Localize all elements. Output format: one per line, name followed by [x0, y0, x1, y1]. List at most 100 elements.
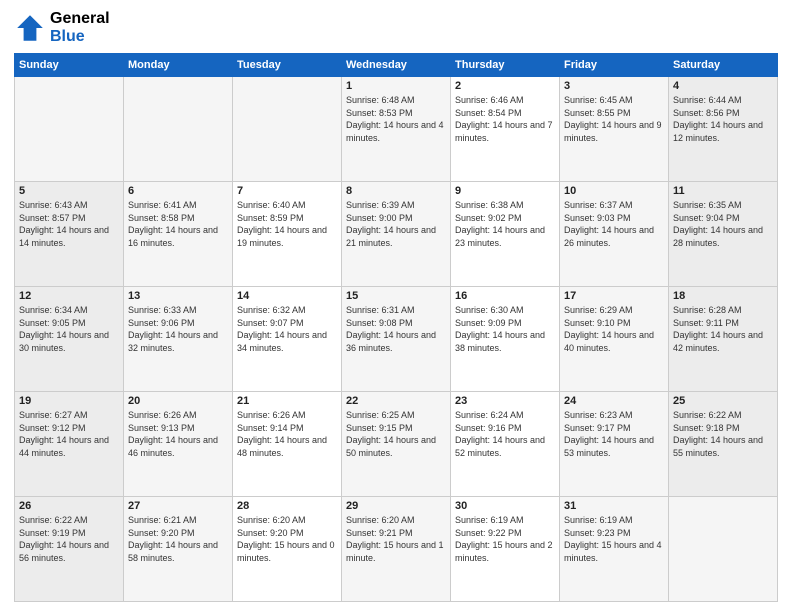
calendar-cell	[15, 77, 124, 182]
day-number: 13	[128, 290, 228, 302]
day-number: 9	[455, 185, 555, 197]
calendar-cell: 27 Sunrise: 6:21 AM Sunset: 9:20 PM Dayli…	[124, 497, 233, 602]
day-number: 28	[237, 500, 337, 512]
logo-text: General Blue	[50, 10, 110, 45]
day-info: Sunrise: 6:41 AM Sunset: 8:58 PM Dayligh…	[128, 199, 228, 249]
calendar-cell: 6 Sunrise: 6:41 AM Sunset: 8:58 PM Daylig…	[124, 182, 233, 287]
day-info: Sunrise: 6:20 AM Sunset: 9:21 PM Dayligh…	[346, 514, 446, 564]
calendar-week-row: 26 Sunrise: 6:22 AM Sunset: 9:19 PM Dayli…	[15, 497, 778, 602]
calendar-cell: 2Sunrise: 6:46 AM Sunset: 8:54 PM Daylig…	[451, 77, 560, 182]
calendar-cell: 28 Sunrise: 6:20 AM Sunset: 9:20 PM Dayli…	[233, 497, 342, 602]
day-number: 17	[564, 290, 664, 302]
calendar-cell: 13 Sunrise: 6:33 AM Sunset: 9:06 PM Dayli…	[124, 287, 233, 392]
day-number: 22	[346, 395, 446, 407]
day-number: 21	[237, 395, 337, 407]
day-info: Sunrise: 6:27 AM Sunset: 9:12 PM Dayligh…	[19, 409, 119, 459]
day-info: Sunrise: 6:19 AM Sunset: 9:23 PM Dayligh…	[564, 514, 664, 564]
calendar-cell: 16 Sunrise: 6:30 AM Sunset: 9:09 PM Dayli…	[451, 287, 560, 392]
day-number: 30	[455, 500, 555, 512]
calendar-cell: 30 Sunrise: 6:19 AM Sunset: 9:22 PM Dayli…	[451, 497, 560, 602]
day-info: Sunrise: 6:26 AM Sunset: 9:14 PM Dayligh…	[237, 409, 337, 459]
day-number: 11	[673, 185, 773, 197]
day-info: Sunrise: 6:26 AM Sunset: 9:13 PM Dayligh…	[128, 409, 228, 459]
weekday-header: Saturday	[669, 54, 778, 77]
page: General Blue SundayMondayTuesdayWednesda…	[0, 0, 792, 612]
day-number: 23	[455, 395, 555, 407]
weekday-header: Tuesday	[233, 54, 342, 77]
day-info: Sunrise: 6:39 AM Sunset: 9:00 PM Dayligh…	[346, 199, 446, 249]
weekday-header: Sunday	[15, 54, 124, 77]
calendar-cell: 21 Sunrise: 6:26 AM Sunset: 9:14 PM Dayli…	[233, 392, 342, 497]
calendar-cell: 25Sunrise: 6:22 AM Sunset: 9:18 PM Dayli…	[669, 392, 778, 497]
calendar-cell: 11 Sunrise: 6:35 AM Sunset: 9:04 PM Dayli…	[669, 182, 778, 287]
calendar-week-row: 1 Sunrise: 6:48 AM Sunset: 8:53 PM Daylig…	[15, 77, 778, 182]
day-info: Sunrise: 6:25 AM Sunset: 9:15 PM Dayligh…	[346, 409, 446, 459]
day-number: 3	[564, 80, 664, 92]
logo: General Blue	[14, 10, 110, 45]
calendar-table: SundayMondayTuesdayWednesdayThursdayFrid…	[14, 53, 778, 602]
day-info: Sunrise: 6:32 AM Sunset: 9:07 PM Dayligh…	[237, 304, 337, 354]
calendar-cell: 23Sunrise: 6:24 AM Sunset: 9:16 PM Dayli…	[451, 392, 560, 497]
day-number: 25	[673, 395, 773, 407]
day-number: 5	[19, 185, 119, 197]
calendar-cell: 15 Sunrise: 6:31 AM Sunset: 9:08 PM Dayli…	[342, 287, 451, 392]
calendar-cell: 24Sunrise: 6:23 AM Sunset: 9:17 PM Dayli…	[560, 392, 669, 497]
logo-icon	[14, 12, 46, 44]
weekday-header: Monday	[124, 54, 233, 77]
calendar-cell	[124, 77, 233, 182]
day-info: Sunrise: 6:29 AM Sunset: 9:10 PM Dayligh…	[564, 304, 664, 354]
calendar-week-row: 12Sunrise: 6:34 AM Sunset: 9:05 PM Dayli…	[15, 287, 778, 392]
day-info: Sunrise: 6:46 AM Sunset: 8:54 PM Dayligh…	[455, 94, 555, 144]
calendar-cell: 10 Sunrise: 6:37 AM Sunset: 9:03 PM Dayli…	[560, 182, 669, 287]
day-info: Sunrise: 6:33 AM Sunset: 9:06 PM Dayligh…	[128, 304, 228, 354]
calendar-cell: 19 Sunrise: 6:27 AM Sunset: 9:12 PM Dayli…	[15, 392, 124, 497]
day-number: 8	[346, 185, 446, 197]
day-number: 4	[673, 80, 773, 92]
day-info: Sunrise: 6:48 AM Sunset: 8:53 PM Dayligh…	[346, 94, 446, 144]
calendar-cell: 1 Sunrise: 6:48 AM Sunset: 8:53 PM Daylig…	[342, 77, 451, 182]
day-info: Sunrise: 6:44 AM Sunset: 8:56 PM Dayligh…	[673, 94, 773, 144]
calendar-cell: 18Sunrise: 6:28 AM Sunset: 9:11 PM Dayli…	[669, 287, 778, 392]
day-info: Sunrise: 6:30 AM Sunset: 9:09 PM Dayligh…	[455, 304, 555, 354]
day-number: 15	[346, 290, 446, 302]
day-info: Sunrise: 6:38 AM Sunset: 9:02 PM Dayligh…	[455, 199, 555, 249]
calendar-cell: 22 Sunrise: 6:25 AM Sunset: 9:15 PM Dayli…	[342, 392, 451, 497]
weekday-header: Wednesday	[342, 54, 451, 77]
calendar-cell: 8 Sunrise: 6:39 AM Sunset: 9:00 PM Daylig…	[342, 182, 451, 287]
day-info: Sunrise: 6:43 AM Sunset: 8:57 PM Dayligh…	[19, 199, 119, 249]
day-number: 27	[128, 500, 228, 512]
calendar-cell	[233, 77, 342, 182]
day-number: 12	[19, 290, 119, 302]
day-number: 6	[128, 185, 228, 197]
day-number: 7	[237, 185, 337, 197]
day-info: Sunrise: 6:35 AM Sunset: 9:04 PM Dayligh…	[673, 199, 773, 249]
header: General Blue	[14, 10, 778, 45]
calendar-cell	[669, 497, 778, 602]
calendar-week-row: 5 Sunrise: 6:43 AM Sunset: 8:57 PM Daylig…	[15, 182, 778, 287]
calendar-cell: 14Sunrise: 6:32 AM Sunset: 9:07 PM Dayli…	[233, 287, 342, 392]
day-info: Sunrise: 6:20 AM Sunset: 9:20 PM Dayligh…	[237, 514, 337, 564]
calendar-cell: 26 Sunrise: 6:22 AM Sunset: 9:19 PM Dayli…	[15, 497, 124, 602]
day-info: Sunrise: 6:45 AM Sunset: 8:55 PM Dayligh…	[564, 94, 664, 144]
weekday-header: Friday	[560, 54, 669, 77]
day-number: 19	[19, 395, 119, 407]
calendar-week-row: 19 Sunrise: 6:27 AM Sunset: 9:12 PM Dayli…	[15, 392, 778, 497]
calendar-cell: 7Sunrise: 6:40 AM Sunset: 8:59 PM Daylig…	[233, 182, 342, 287]
calendar-cell: 5 Sunrise: 6:43 AM Sunset: 8:57 PM Daylig…	[15, 182, 124, 287]
day-number: 10	[564, 185, 664, 197]
day-number: 1	[346, 80, 446, 92]
calendar-cell: 12Sunrise: 6:34 AM Sunset: 9:05 PM Dayli…	[15, 287, 124, 392]
calendar-cell: 29Sunrise: 6:20 AM Sunset: 9:21 PM Dayli…	[342, 497, 451, 602]
day-number: 31	[564, 500, 664, 512]
day-info: Sunrise: 6:31 AM Sunset: 9:08 PM Dayligh…	[346, 304, 446, 354]
calendar-cell: 3 Sunrise: 6:45 AM Sunset: 8:55 PM Daylig…	[560, 77, 669, 182]
calendar-cell: 17 Sunrise: 6:29 AM Sunset: 9:10 PM Dayli…	[560, 287, 669, 392]
day-info: Sunrise: 6:28 AM Sunset: 9:11 PM Dayligh…	[673, 304, 773, 354]
day-number: 20	[128, 395, 228, 407]
day-number: 26	[19, 500, 119, 512]
day-info: Sunrise: 6:37 AM Sunset: 9:03 PM Dayligh…	[564, 199, 664, 249]
day-number: 16	[455, 290, 555, 302]
day-info: Sunrise: 6:21 AM Sunset: 9:20 PM Dayligh…	[128, 514, 228, 564]
day-info: Sunrise: 6:22 AM Sunset: 9:19 PM Dayligh…	[19, 514, 119, 564]
day-info: Sunrise: 6:19 AM Sunset: 9:22 PM Dayligh…	[455, 514, 555, 564]
